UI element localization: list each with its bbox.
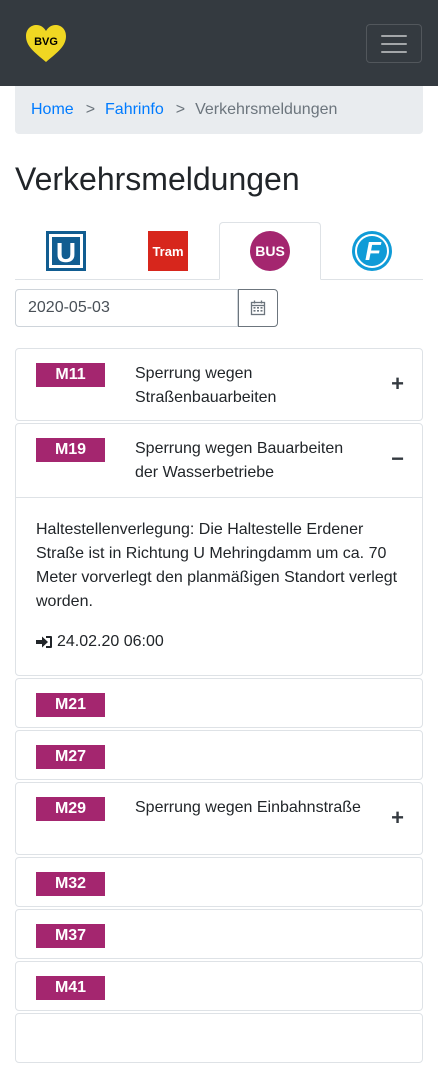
- expand-icon[interactable]: +: [391, 805, 404, 831]
- message-title: Sperrung wegen Einbahnstraße: [135, 799, 361, 816]
- bus-icon: BUS: [250, 231, 290, 271]
- message-title: Sperrung wegen Straßenbauarbeiten: [135, 365, 277, 406]
- svg-text:Tram: Tram: [152, 244, 183, 259]
- date-filter: [15, 289, 438, 327]
- message-title: Sperrung wegen Bauarbeiten der Wasserbet…: [135, 440, 344, 481]
- navbar: BVG: [0, 0, 438, 86]
- tab-bus[interactable]: BUS: [219, 222, 321, 280]
- message-header[interactable]: M29 Sperrung wegen Einbahnstraße +: [16, 783, 422, 856]
- line-badge: M32: [36, 872, 105, 896]
- tab-tram[interactable]: Tram: [117, 222, 219, 280]
- message-body: Haltestellenverlegung: Die Haltestelle E…: [16, 497, 422, 676]
- calendar-icon: [250, 300, 266, 316]
- breadcrumb-home[interactable]: Home: [31, 101, 74, 119]
- hamburger-line: [381, 50, 407, 53]
- breadcrumb: Home > Fahrinfo > Verkehrsmeldungen: [15, 86, 423, 134]
- message-card[interactable]: M32: [15, 857, 423, 907]
- breadcrumb-separator: >: [85, 101, 96, 118]
- line-badge: M27: [36, 745, 105, 769]
- breadcrumb-separator: >: [175, 101, 186, 118]
- line-badge: M29: [36, 797, 105, 821]
- message-card[interactable]: M41: [15, 961, 423, 1011]
- message-card[interactable]: M27: [15, 730, 423, 780]
- message-card: M11 Sperrung wegen Straßenbauarbeiten +: [15, 348, 423, 421]
- message-time: 24.02.20 06:00: [36, 630, 402, 654]
- message-card: M29 Sperrung wegen Einbahnstraße +: [15, 782, 423, 855]
- svg-text:F: F: [365, 236, 382, 266]
- message-header[interactable]: M11 Sperrung wegen Straßenbauarbeiten +: [16, 349, 422, 422]
- ferry-icon: F: [352, 231, 392, 271]
- message-list: M11 Sperrung wegen Straßenbauarbeiten + …: [15, 348, 423, 1065]
- tab-ubahn[interactable]: U: [15, 222, 117, 280]
- menu-toggle-button[interactable]: [366, 24, 422, 63]
- ubahn-icon: U: [46, 231, 86, 271]
- message-text: Haltestellenverlegung: Die Haltestelle E…: [36, 521, 398, 610]
- svg-text:BUS: BUS: [255, 243, 285, 259]
- line-badge: M21: [36, 693, 105, 717]
- hamburger-line: [381, 34, 407, 37]
- bvg-logo-icon[interactable]: BVG: [24, 24, 68, 64]
- svg-text:U: U: [56, 237, 76, 268]
- calendar-button[interactable]: [238, 289, 278, 327]
- line-badge: M37: [36, 924, 105, 948]
- message-card[interactable]: M21: [15, 678, 423, 728]
- message-card[interactable]: [15, 1013, 423, 1063]
- collapse-icon[interactable]: −: [391, 446, 404, 472]
- breadcrumb-fahrinfo[interactable]: Fahrinfo: [105, 101, 164, 119]
- transport-tabs: U Tram BUS F: [15, 222, 423, 280]
- message-card[interactable]: M37: [15, 909, 423, 959]
- svg-text:BVG: BVG: [34, 36, 58, 48]
- tram-icon: Tram: [148, 231, 188, 271]
- hamburger-line: [381, 42, 407, 45]
- timestamp: 24.02.20 06:00: [57, 633, 164, 650]
- message-header[interactable]: M19 Sperrung wegen Bauarbeiten der Wasse…: [16, 424, 422, 497]
- expand-icon[interactable]: +: [391, 371, 404, 397]
- message-card: M19 Sperrung wegen Bauarbeiten der Wasse…: [15, 423, 423, 676]
- page-title: Verkehrsmeldungen: [15, 161, 300, 197]
- line-badge: M11: [36, 363, 105, 387]
- sign-in-icon: [36, 636, 52, 648]
- line-badge: M41: [36, 976, 105, 1000]
- date-input[interactable]: [15, 289, 238, 327]
- breadcrumb-current: Verkehrsmeldungen: [195, 101, 338, 118]
- tab-ferry[interactable]: F: [321, 222, 423, 280]
- line-badge: M19: [36, 438, 105, 462]
